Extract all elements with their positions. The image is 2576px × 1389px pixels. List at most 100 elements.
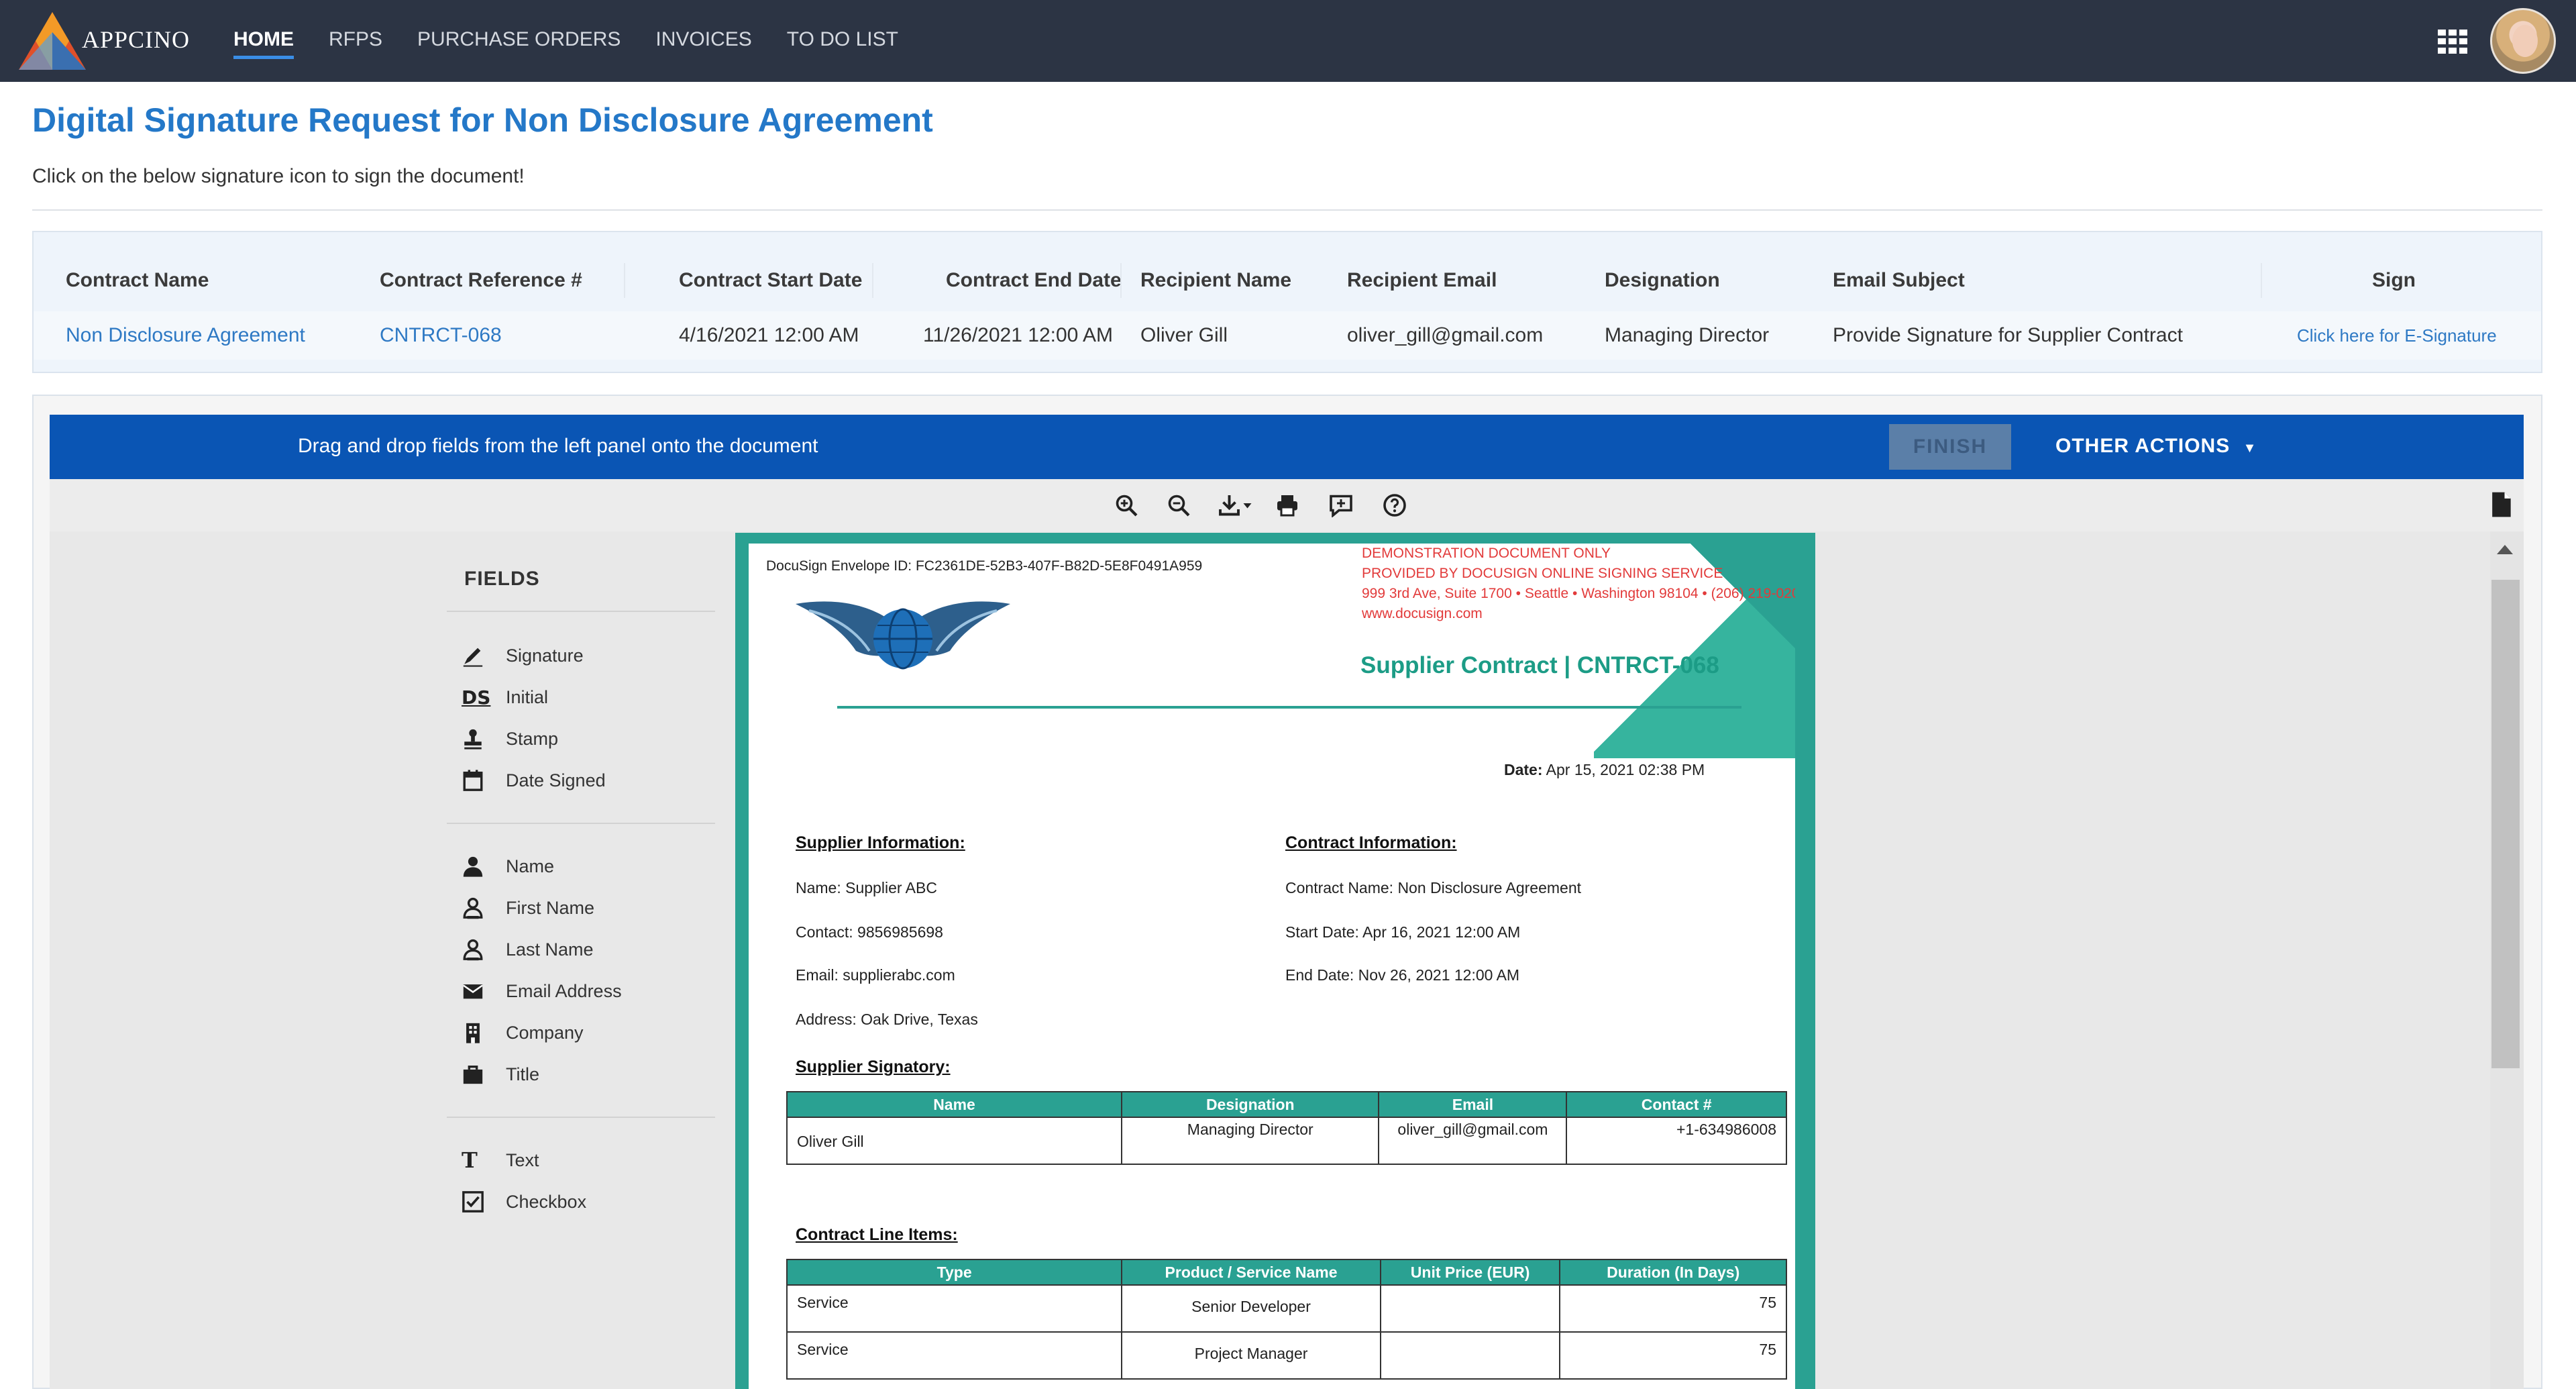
- document-date: Date: Apr 15, 2021 02:38 PM: [1504, 761, 1705, 779]
- supplier-email: Email: supplierabc.com: [796, 966, 955, 984]
- supplier-name: Name: Supplier ABC: [796, 879, 937, 896]
- field-company[interactable]: Company: [462, 1016, 584, 1049]
- field-date-signed[interactable]: Date Signed: [462, 764, 606, 797]
- divider: [32, 209, 2542, 211]
- column-header: Recipient Email: [1347, 269, 1497, 291]
- item-name: Senior Developer: [1121, 1284, 1381, 1333]
- top-navigation-bar: APPCINO HOME RFPS PURCHASE ORDERS INVOIC…: [0, 0, 2576, 82]
- pen-icon: [462, 642, 494, 669]
- envelope-id: DocuSign Envelope ID: FC2361DE-52B3-407F…: [766, 558, 1203, 574]
- nav-rfps[interactable]: RFPS: [329, 0, 382, 82]
- contract-info-end: End Date: Nov 26, 2021 12:00 AM: [1285, 966, 1520, 984]
- item-type: Service: [786, 1284, 1123, 1333]
- field-email-address[interactable]: Email Address: [462, 974, 622, 1008]
- date-value: Apr 15, 2021 02:38 PM: [1546, 761, 1705, 778]
- table-row: Service Project Manager 75: [786, 1331, 1787, 1380]
- item-type: Service: [786, 1331, 1123, 1380]
- email-subject: Provide Signature for Supplier Contract: [1833, 324, 2183, 346]
- fields-divider: [447, 823, 715, 824]
- person-outline-icon: [462, 936, 494, 963]
- supplier-address: Address: Oak Drive, Texas: [796, 1011, 978, 1028]
- other-actions-menu[interactable]: OTHER ACTIONS ▼: [2055, 435, 2257, 458]
- scrollbar-thumb[interactable]: [2491, 580, 2520, 1068]
- field-label: Company: [506, 1022, 584, 1043]
- nav-purchase-orders[interactable]: PURCHASE ORDERS: [417, 0, 621, 82]
- app-launcher-grid-icon[interactable]: [2438, 30, 2467, 54]
- field-name[interactable]: Name: [462, 850, 554, 883]
- field-last-name[interactable]: Last Name: [462, 933, 594, 966]
- column-header: Unit Price (EUR): [1379, 1259, 1561, 1286]
- item-unit-price: [1379, 1284, 1561, 1333]
- scroll-up-arrow-icon[interactable]: [2497, 545, 2513, 554]
- finish-button[interactable]: FINISH: [1889, 424, 2011, 470]
- docusign-banner: Drag and drop fields from the left panel…: [50, 415, 2524, 479]
- column-header: Contract Start Date: [679, 269, 863, 291]
- e-signature-link[interactable]: Click here for E-Signature: [2297, 311, 2497, 360]
- building-icon: [462, 1019, 494, 1046]
- contract-start-date: 4/16/2021 12:00 AM: [679, 324, 859, 346]
- contract-table-header: Contract Name Contract Reference # Contr…: [34, 256, 2541, 305]
- column-header: Contact #: [1566, 1091, 1787, 1118]
- brand-name: APPCINO: [82, 26, 191, 53]
- page-view-icon[interactable]: [2486, 490, 2516, 519]
- table-row: Non Disclosure Agreement CNTRCT-068 4/16…: [34, 311, 2541, 360]
- signatory-email: oliver_gill@gmail.com: [1378, 1117, 1568, 1165]
- field-label: First Name: [506, 897, 595, 918]
- checkbox-icon: [462, 1188, 494, 1215]
- field-label: Text: [506, 1149, 539, 1170]
- column-separator: [1120, 263, 1122, 298]
- envelope-icon: [462, 978, 494, 1005]
- recipient-name: Oliver Gill: [1140, 324, 1228, 346]
- field-initial[interactable]: DS Initial: [462, 680, 548, 714]
- download-icon[interactable]: [1213, 488, 1260, 522]
- table-header-row: Type Product / Service Name Unit Price (…: [786, 1259, 1787, 1286]
- signatory-table: Name Designation Email Contact # Oliver …: [786, 1091, 1787, 1165]
- field-label: Stamp: [506, 728, 559, 749]
- item-unit-price: [1379, 1331, 1561, 1380]
- contract-reference-link[interactable]: CNTRCT-068: [380, 311, 502, 360]
- nav-to-do-list[interactable]: TO DO LIST: [787, 0, 898, 82]
- caret-down-icon: ▼: [2243, 441, 2257, 456]
- print-icon[interactable]: [1271, 488, 1304, 522]
- stamp-icon: [462, 725, 494, 752]
- contract-end-date: 11/26/2021 12:00 AM: [923, 324, 1114, 346]
- nav-invoices[interactable]: INVOICES: [655, 0, 751, 82]
- contract-info-heading: Contract Information:: [1285, 833, 1457, 852]
- help-icon[interactable]: [1378, 488, 1411, 522]
- column-separator: [872, 263, 873, 298]
- field-text[interactable]: T Text: [462, 1143, 539, 1177]
- demo-line: www.docusign.com: [1362, 606, 1483, 621]
- field-stamp[interactable]: Stamp: [462, 722, 558, 756]
- zoom-in-icon[interactable]: [1110, 488, 1143, 522]
- signatory-name: Oliver Gill: [786, 1117, 1123, 1165]
- column-header: Email Subject: [1833, 269, 1965, 291]
- user-avatar[interactable]: [2490, 8, 2556, 74]
- document-title: Supplier Contract | CNTRCT-068: [1360, 652, 1719, 678]
- title-rule: [837, 706, 1741, 709]
- column-header: Designation: [1605, 269, 1720, 291]
- calendar-icon: [462, 767, 494, 794]
- contract-info-start: Start Date: Apr 16, 2021 12:00 AM: [1285, 923, 1521, 941]
- signatory-contact: +1-634986008: [1566, 1117, 1787, 1165]
- field-checkbox[interactable]: Checkbox: [462, 1185, 586, 1219]
- line-items-heading: Contract Line Items:: [796, 1225, 958, 1244]
- designation: Managing Director: [1605, 324, 1770, 346]
- appcino-logo[interactable]: [19, 12, 86, 70]
- nav-home[interactable]: HOME: [233, 0, 294, 82]
- field-label: Signature: [506, 645, 584, 666]
- contract-info-name: Contract Name: Non Disclosure Agreement: [1285, 879, 1582, 896]
- fields-divider: [447, 611, 715, 612]
- demo-watermark: DEMONSTRATION DOCUMENT ONLY PROVIDED BY …: [1362, 544, 1795, 624]
- column-header: Type: [786, 1259, 1123, 1286]
- field-title[interactable]: Title: [462, 1058, 539, 1091]
- text-icon: T: [462, 1147, 494, 1174]
- column-header: Contract End Date: [946, 269, 1122, 291]
- document-page: DocuSign Envelope ID: FC2361DE-52B3-407F…: [749, 544, 1795, 1389]
- demo-line: PROVIDED BY DOCUSIGN ONLINE SIGNING SERV…: [1362, 566, 1723, 581]
- contract-name-link[interactable]: Non Disclosure Agreement: [66, 311, 305, 360]
- comment-icon[interactable]: [1324, 488, 1358, 522]
- field-first-name[interactable]: First Name: [462, 891, 594, 925]
- field-signature[interactable]: Signature: [462, 639, 584, 672]
- zoom-out-icon[interactable]: [1162, 488, 1195, 522]
- main-nav: HOME RFPS PURCHASE ORDERS INVOICES TO DO…: [233, 0, 933, 82]
